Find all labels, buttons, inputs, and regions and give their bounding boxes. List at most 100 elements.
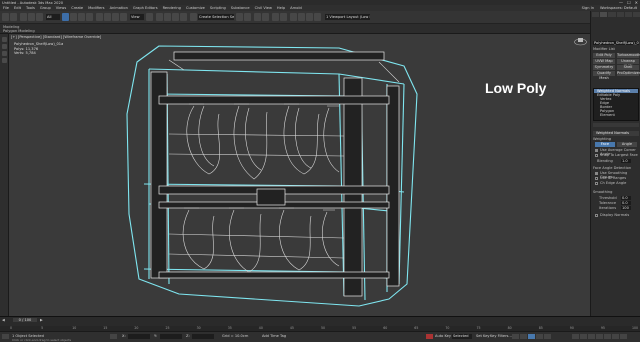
perspective-viewport[interactable]: [+] [Perspective] [Standard] [Wireframe …	[9, 34, 590, 316]
symmetry-button[interactable]: Symmetry	[593, 65, 615, 70]
smoothing-groups-checkbox[interactable]	[595, 172, 598, 175]
display-normals-checkbox[interactable]	[595, 214, 598, 217]
weight-angle-button[interactable]: Angle	[617, 142, 637, 147]
curve-editor-icon[interactable]	[272, 13, 279, 21]
x-coordinate-field[interactable]	[128, 334, 150, 339]
rotate-icon[interactable]	[104, 13, 111, 21]
select-by-name-icon[interactable]	[70, 13, 77, 21]
viewport-label[interactable]: [+] [Perspective] [Standard] [Wireframe …	[11, 35, 101, 39]
create-tab-icon[interactable]	[592, 12, 600, 17]
edit-named-selection-icon[interactable]	[190, 13, 197, 21]
percent-snap-icon[interactable]	[172, 13, 179, 21]
menu-file[interactable]: File	[3, 6, 9, 10]
motion-tab-icon[interactable]	[616, 12, 624, 17]
zoom-all-icon[interactable]	[580, 334, 587, 339]
modify-tab-icon[interactable]	[600, 12, 608, 17]
sign-in-button[interactable]: Sign In	[582, 6, 594, 10]
id-ranges-checkbox[interactable]	[595, 177, 598, 180]
menu-create[interactable]: Create	[71, 6, 83, 10]
window-crossing-icon[interactable]	[86, 13, 93, 21]
previous-frame-icon[interactable]	[520, 334, 527, 339]
menu-graph-editors[interactable]: Graph Editors	[133, 6, 158, 10]
sort-icon[interactable]	[2, 44, 7, 49]
zoom-icon[interactable]	[572, 334, 579, 339]
reference-coordinate-dropdown[interactable]: View	[130, 14, 144, 20]
key-filters-button[interactable]: Key Filters...	[490, 334, 512, 338]
iterations-spinner[interactable]: 100	[621, 206, 631, 210]
snap-largest-face-checkbox[interactable]	[595, 154, 598, 157]
prev-frame-icon[interactable]: ◀	[2, 318, 5, 322]
align-icon[interactable]	[244, 13, 251, 21]
time-slider[interactable]: ◀ 0 / 100 ▶	[0, 316, 640, 326]
select-object-icon[interactable]	[62, 13, 69, 21]
frame-slider-thumb[interactable]: 0 / 100	[13, 318, 37, 322]
modifier-list-dropdown[interactable]: Modifier List	[593, 47, 615, 51]
edit-poly-button[interactable]: Edit Poly	[593, 53, 615, 58]
schematic-view-icon[interactable]	[280, 13, 287, 21]
stack-item-element[interactable]: Element	[594, 113, 638, 117]
workspaces-dropdown[interactable]: Workspaces: Default	[600, 6, 637, 10]
add-time-tag-button[interactable]: Add Time Tag	[262, 334, 286, 338]
menu-help[interactable]: Help	[277, 6, 285, 10]
edge-angle-checkbox[interactable]	[595, 182, 598, 185]
next-frame-icon[interactable]: ▶	[40, 318, 43, 322]
threshold-spinner[interactable]: 0.0	[621, 196, 631, 200]
display-icon[interactable]	[2, 58, 7, 63]
menu-arnold[interactable]: Arnold	[290, 6, 302, 10]
display-tab-icon[interactable]	[624, 12, 632, 17]
y-coordinate-field[interactable]	[160, 334, 182, 339]
layer-explorer-icon[interactable]	[262, 13, 269, 21]
average-corner-checkbox[interactable]	[595, 149, 598, 152]
render-production-icon[interactable]	[314, 13, 321, 21]
menu-group[interactable]: Group	[40, 6, 51, 10]
angle-snap-icon[interactable]	[164, 13, 171, 21]
shell-button[interactable]: Shell	[617, 65, 639, 70]
utilities-tab-icon[interactable]	[632, 12, 640, 17]
mirror-icon[interactable]	[236, 13, 243, 21]
turbosmooth-button[interactable]: Turbosmooth	[617, 53, 640, 58]
unlink-icon[interactable]	[28, 13, 35, 21]
zoom-extents-icon[interactable]	[588, 334, 595, 339]
set-key-button[interactable]: Set Key	[476, 334, 490, 338]
selection-filter-dropdown[interactable]: All	[46, 14, 60, 20]
weighted-normals-rollout[interactable]: Weighted Normals	[593, 131, 639, 136]
undo-icon[interactable]	[2, 13, 9, 21]
render-setup-icon[interactable]	[298, 13, 305, 21]
scale-icon[interactable]	[112, 13, 119, 21]
blending-spinner[interactable]: 1.0	[621, 159, 631, 163]
go-to-start-icon[interactable]	[512, 334, 519, 339]
auto-key-button[interactable]: Auto Key	[435, 334, 451, 338]
uvw-map-button[interactable]: UVW Map	[593, 59, 615, 64]
prooptimizer-button[interactable]: ProOptimizer	[617, 71, 640, 76]
rectangular-selection-icon[interactable]	[78, 13, 85, 21]
unwrap-uvw-button[interactable]: Unwrap UVW	[617, 59, 639, 68]
viewport-layout-dropdown[interactable]: 1 Viewport Layout (Low Poly)	[325, 14, 370, 20]
lock-selection-icon[interactable]	[110, 334, 117, 339]
menu-views[interactable]: Views	[56, 6, 66, 10]
ribbon-polygon-modeling[interactable]: Polygon Modeling	[3, 29, 637, 33]
menu-substance[interactable]: Substance	[231, 6, 250, 10]
menu-animation[interactable]: Animation	[110, 6, 128, 10]
quadify-mesh-button[interactable]: Quadify Mesh	[593, 71, 615, 80]
scene-explorer-icon[interactable]	[254, 13, 261, 21]
menu-edit[interactable]: Edit	[14, 6, 21, 10]
named-selection-dropdown[interactable]: Create Selection Set	[198, 14, 234, 20]
tolerance-spinner[interactable]: 0.0	[621, 201, 631, 205]
viewcube-icon[interactable]	[574, 36, 587, 46]
z-coordinate-field[interactable]	[192, 334, 214, 339]
redo-icon[interactable]	[10, 13, 17, 21]
weight-face-button[interactable]: Face	[595, 142, 615, 147]
link-icon[interactable]	[20, 13, 27, 21]
snaps-toggle-icon[interactable]	[156, 13, 163, 21]
spinner-snap-icon[interactable]	[180, 13, 187, 21]
menu-civil-view[interactable]: Civil View	[255, 6, 272, 10]
field-of-view-icon[interactable]	[596, 334, 603, 339]
bind-space-warp-icon[interactable]	[36, 13, 43, 21]
rendered-frame-window-icon[interactable]	[306, 13, 313, 21]
go-to-end-icon[interactable]	[544, 334, 551, 339]
pan-icon[interactable]	[604, 334, 611, 339]
object-name-field[interactable]: Polyhedron_Shelf(Low)_01a	[593, 41, 639, 45]
placement-icon[interactable]	[120, 13, 127, 21]
move-icon[interactable]	[96, 13, 103, 21]
modifier-stack[interactable]: Weighted Normals Editable Poly Vertex Ed…	[593, 88, 639, 121]
